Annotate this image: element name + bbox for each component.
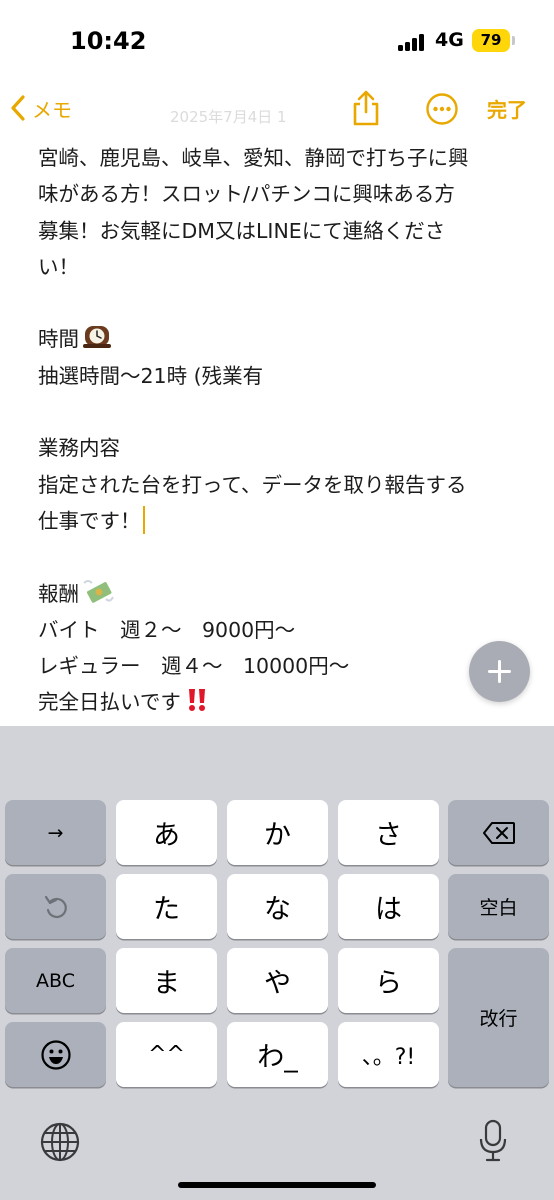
more-icon — [426, 93, 458, 125]
backspace-icon — [482, 821, 515, 844]
battery-icon: 79 — [472, 29, 510, 52]
note-date: 2025年7月4日 1 — [170, 108, 287, 126]
key-sa[interactable]: さ — [338, 800, 439, 865]
microphone-icon — [479, 1119, 507, 1162]
note-line: い！ — [38, 254, 79, 279]
done-button[interactable]: 完了 — [487, 94, 527, 123]
note-line: 抽選時間〜21時 (残業有 — [38, 363, 264, 388]
emoji-icon — [40, 1039, 71, 1070]
microphone-button[interactable] — [478, 1118, 508, 1164]
more-button[interactable] — [425, 92, 459, 126]
note-line-pay: 報酬 — [38, 576, 514, 612]
undo-icon — [44, 895, 67, 918]
globe-icon — [40, 1122, 80, 1162]
key-punctuation[interactable]: 、。?! — [338, 1022, 439, 1087]
note-line: 募集！お気軽にDM又はLINEにて連絡くださ — [38, 218, 446, 243]
note-line-with-caret: 仕事です！ — [38, 503, 514, 539]
key-na[interactable]: な — [227, 874, 328, 939]
key-ra[interactable]: ら — [338, 948, 439, 1013]
note-line-text: 仕事です！ — [38, 508, 141, 533]
status-time: 10:42 — [70, 27, 147, 55]
space-key[interactable]: 空白 — [448, 874, 549, 939]
battery-tip — [512, 36, 515, 45]
backspace-key[interactable] — [448, 800, 549, 865]
return-key[interactable]: 改行 — [448, 948, 549, 1087]
note-line-text: 時間 — [38, 327, 79, 352]
note-line-time: 時間 — [38, 321, 514, 357]
text-caret — [142, 505, 145, 534]
home-indicator[interactable] — [178, 1182, 376, 1188]
key-ya[interactable]: や — [227, 948, 328, 1013]
key-ka[interactable]: か — [227, 800, 328, 865]
nav-bar: メモ 2025年7月4日 1 完了 — [0, 84, 554, 134]
note-line: 味がある方！スロット/パチンコに興味ある方 — [38, 182, 455, 207]
money-emoji — [83, 579, 114, 603]
key-kaomoji[interactable]: ^^ — [116, 1022, 217, 1087]
note-line-text: 完全日払いです — [38, 690, 181, 715]
key-ma[interactable]: ま — [116, 948, 217, 1013]
note-line: 宮崎、鹿児島、岐阜、愛知、静岡で打ち子に興 — [38, 146, 469, 170]
key-ha[interactable]: は — [338, 874, 439, 939]
key-ta[interactable]: た — [116, 874, 217, 939]
network-label: 4G — [435, 29, 464, 51]
chevron-left-icon — [11, 95, 25, 121]
note-body[interactable]: 宮崎、鹿児島、岐阜、愛知、静岡で打ち子に興 味がある方！スロット/パチンコに興味… — [38, 140, 514, 726]
note-line-daily-pay: 完全日払いです — [38, 684, 514, 720]
back-label: メモ — [32, 97, 72, 122]
note-line: バイト 週２〜 9000円〜 — [38, 617, 296, 642]
emoji-key[interactable] — [5, 1022, 106, 1087]
share-button[interactable] — [348, 88, 384, 128]
globe-button[interactable] — [38, 1120, 82, 1164]
double-exclamation-emoji — [188, 689, 205, 712]
note-line: レギュラー 週４〜 10000円〜 — [38, 654, 350, 679]
key-wa[interactable]: わ_ — [227, 1022, 328, 1087]
abc-key[interactable]: ABC — [5, 948, 106, 1013]
note-line: 業務内容 — [38, 436, 120, 461]
add-button[interactable] — [469, 641, 530, 702]
status-bar: 10:42 4G 79 — [0, 0, 554, 84]
note-line-text: 報酬 — [38, 581, 79, 606]
share-icon — [353, 90, 379, 126]
arrow-key[interactable]: → — [5, 800, 106, 865]
clock-emoji — [83, 326, 111, 349]
undo-key[interactable] — [5, 874, 106, 939]
note-line: 指定された台を打って、データを取り報告する — [38, 472, 467, 497]
signal-icon — [398, 33, 428, 51]
back-button[interactable]: メモ — [10, 88, 72, 128]
key-a[interactable]: あ — [116, 800, 217, 865]
